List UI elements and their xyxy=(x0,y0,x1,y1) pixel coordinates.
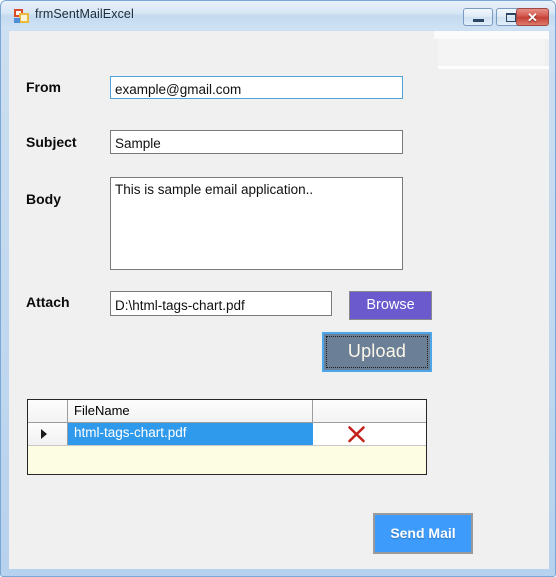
row-selector-arrow-icon xyxy=(41,429,47,439)
body-label: Body xyxy=(26,191,61,207)
datagrid-header-row: FileName xyxy=(28,400,426,423)
decorative-panel-bottom xyxy=(438,66,549,69)
row-selector-cell[interactable] xyxy=(28,423,68,445)
cell-delete[interactable] xyxy=(313,423,425,445)
table-row[interactable]: html-tags-chart.pdf xyxy=(28,423,426,446)
form-client-area: From Subject Body Attach This is sample … xyxy=(9,31,549,569)
subject-label: Subject xyxy=(26,134,77,150)
attachments-datagrid[interactable]: FileName html-tags-chart.pdf xyxy=(27,399,427,475)
maximize-icon xyxy=(506,12,516,22)
close-icon: ✕ xyxy=(527,9,538,25)
browse-button-label: Browse xyxy=(366,297,415,313)
from-input[interactable] xyxy=(110,76,403,99)
window-title: frmSentMailExcel xyxy=(35,7,134,21)
upload-button-label: Upload xyxy=(347,341,407,361)
title-bar[interactable]: frmSentMailExcel ✕ xyxy=(1,1,555,30)
cell-filename[interactable]: html-tags-chart.pdf xyxy=(68,423,313,445)
body-textarea[interactable]: This is sample email application.. xyxy=(110,177,403,270)
column-header-delete[interactable] xyxy=(313,400,425,422)
subject-input[interactable] xyxy=(110,130,403,154)
column-header-filename[interactable]: FileName xyxy=(68,400,313,422)
datagrid-new-row[interactable] xyxy=(28,446,426,474)
vb-form-icon xyxy=(14,9,29,23)
column-header-rowselector[interactable] xyxy=(28,400,68,422)
upload-button[interactable]: Upload xyxy=(322,332,432,372)
minimize-button[interactable] xyxy=(463,8,493,26)
close-button[interactable]: ✕ xyxy=(516,8,549,26)
red-x-icon[interactable] xyxy=(347,425,366,444)
send-mail-button-label: Send Mail xyxy=(390,525,456,541)
attach-label: Attach xyxy=(26,294,70,310)
attach-path-input[interactable] xyxy=(110,291,332,316)
from-label: From xyxy=(26,79,61,95)
decorative-panel-top xyxy=(434,31,549,39)
decorative-panel-mid xyxy=(438,39,545,66)
minimize-icon xyxy=(472,18,484,22)
send-mail-button[interactable]: Send Mail xyxy=(373,513,473,554)
browse-button[interactable]: Browse xyxy=(349,291,432,320)
application-window: frmSentMailExcel ✕ From Subject Body Att… xyxy=(0,0,556,577)
